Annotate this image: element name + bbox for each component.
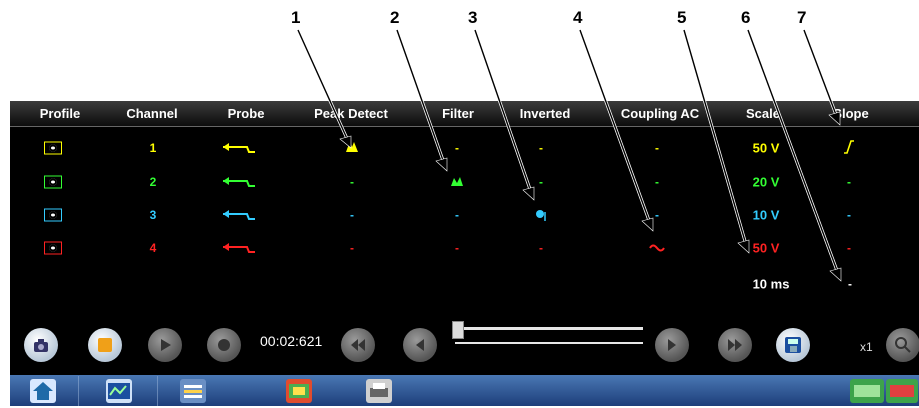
scale-value[interactable]: 50 V [753, 241, 780, 256]
peak-detect-value[interactable]: - [350, 175, 354, 189]
callout-5: 5 [677, 8, 687, 27]
header-profile: Profile [39, 106, 81, 121]
filter-on-icon[interactable] [450, 175, 464, 187]
elapsed-time: 00:02:621 [260, 333, 323, 349]
taskbar-separator [78, 376, 79, 406]
callout-4: 4 [573, 8, 583, 27]
header-scale: Scale [746, 106, 780, 121]
time-scale-value[interactable]: 10 ms [753, 277, 790, 292]
scale-value[interactable]: 10 V [753, 208, 780, 223]
camera-icon [24, 328, 58, 362]
tools-icon[interactable] [180, 379, 206, 403]
network-icon[interactable] [850, 379, 884, 403]
coupling-ac-value[interactable]: - [655, 175, 659, 189]
profile-eye-icon[interactable] [44, 175, 62, 189]
profile-eye-icon[interactable] [44, 141, 62, 155]
step-back-icon [403, 328, 437, 362]
coupling-ac-icon[interactable] [649, 243, 665, 253]
probe-icon[interactable] [221, 241, 261, 255]
coupling-ac-value[interactable]: - [655, 208, 659, 222]
print-icon[interactable] [366, 379, 392, 403]
callout-7: 7 [797, 8, 807, 27]
slope-value[interactable]: - [847, 175, 851, 189]
header-channel: Channel [126, 106, 178, 121]
header-probe: Probe [227, 106, 265, 121]
channel-number: 1 [149, 141, 157, 155]
buffer-track-bottom[interactable] [455, 342, 643, 344]
screenshot-button[interactable] [24, 328, 58, 362]
profile-eye-icon[interactable] [44, 241, 62, 255]
header-coupling-ac: Coupling AC [620, 106, 700, 121]
scope-icon[interactable] [106, 379, 132, 403]
meter-icon[interactable] [286, 379, 312, 403]
skip-back-icon [341, 328, 375, 362]
filter-value[interactable]: - [455, 241, 459, 255]
peak-detect-on-icon[interactable] [345, 139, 359, 153]
callout-2: 2 [390, 8, 400, 27]
scale-value[interactable]: 20 V [753, 175, 780, 190]
header-peak-detect: Peak Detect [314, 106, 388, 121]
peak-detect-value[interactable]: - [350, 241, 354, 255]
inverted-value[interactable]: - [539, 241, 543, 255]
step-back-button[interactable] [403, 328, 437, 362]
buffer-track-top[interactable] [455, 327, 643, 330]
zoom-level: x1 [860, 340, 873, 354]
stop-icon [88, 328, 122, 362]
slope-value[interactable]: - [847, 208, 851, 222]
channel-number: 3 [149, 208, 157, 222]
profile-eye-icon[interactable] [44, 208, 62, 222]
stop-button[interactable] [88, 328, 122, 362]
save-icon [776, 328, 810, 362]
inverted-value[interactable]: - [539, 175, 543, 189]
taskbar-separator [157, 376, 158, 406]
zoom-button[interactable] [886, 328, 919, 362]
record-icon [207, 328, 241, 362]
probe-icon[interactable] [221, 141, 261, 155]
header-filter: Filter [442, 106, 474, 121]
callout-3: 3 [468, 8, 478, 27]
probe-icon[interactable] [221, 208, 261, 222]
buffer-slider-thumb[interactable] [452, 321, 464, 339]
step-forward-button[interactable] [655, 328, 689, 362]
skip-back-button[interactable] [341, 328, 375, 362]
callout-1: 1 [291, 8, 301, 27]
skip-forward-icon [718, 328, 752, 362]
probe-icon[interactable] [221, 175, 261, 189]
save-button[interactable] [776, 328, 810, 362]
home-icon[interactable] [30, 379, 56, 403]
time-slope-value[interactable]: - [848, 277, 852, 291]
skip-forward-button[interactable] [718, 328, 752, 362]
coupling-ac-value[interactable]: - [655, 141, 659, 155]
peak-detect-value[interactable]: - [350, 208, 354, 222]
slope-value[interactable]: - [847, 241, 851, 255]
channel-number: 2 [149, 175, 157, 189]
header-inverted: Inverted [519, 106, 571, 121]
callout-6: 6 [741, 8, 751, 27]
inverted-value[interactable]: - [539, 141, 543, 155]
taskbar [10, 375, 919, 406]
filter-value[interactable]: - [455, 208, 459, 222]
scale-value[interactable]: 50 V [753, 141, 780, 156]
zoom-icon [886, 328, 919, 362]
play-button[interactable] [148, 328, 182, 362]
channel-number: 4 [149, 241, 157, 255]
play-icon [148, 328, 182, 362]
filter-value[interactable]: - [455, 141, 459, 155]
header-slope: Slope [833, 106, 869, 121]
connection-icon[interactable] [886, 379, 918, 403]
step-forward-icon [655, 328, 689, 362]
rising-slope-icon[interactable] [843, 139, 855, 155]
inverted-on-icon[interactable] [534, 208, 550, 222]
record-button[interactable] [207, 328, 241, 362]
